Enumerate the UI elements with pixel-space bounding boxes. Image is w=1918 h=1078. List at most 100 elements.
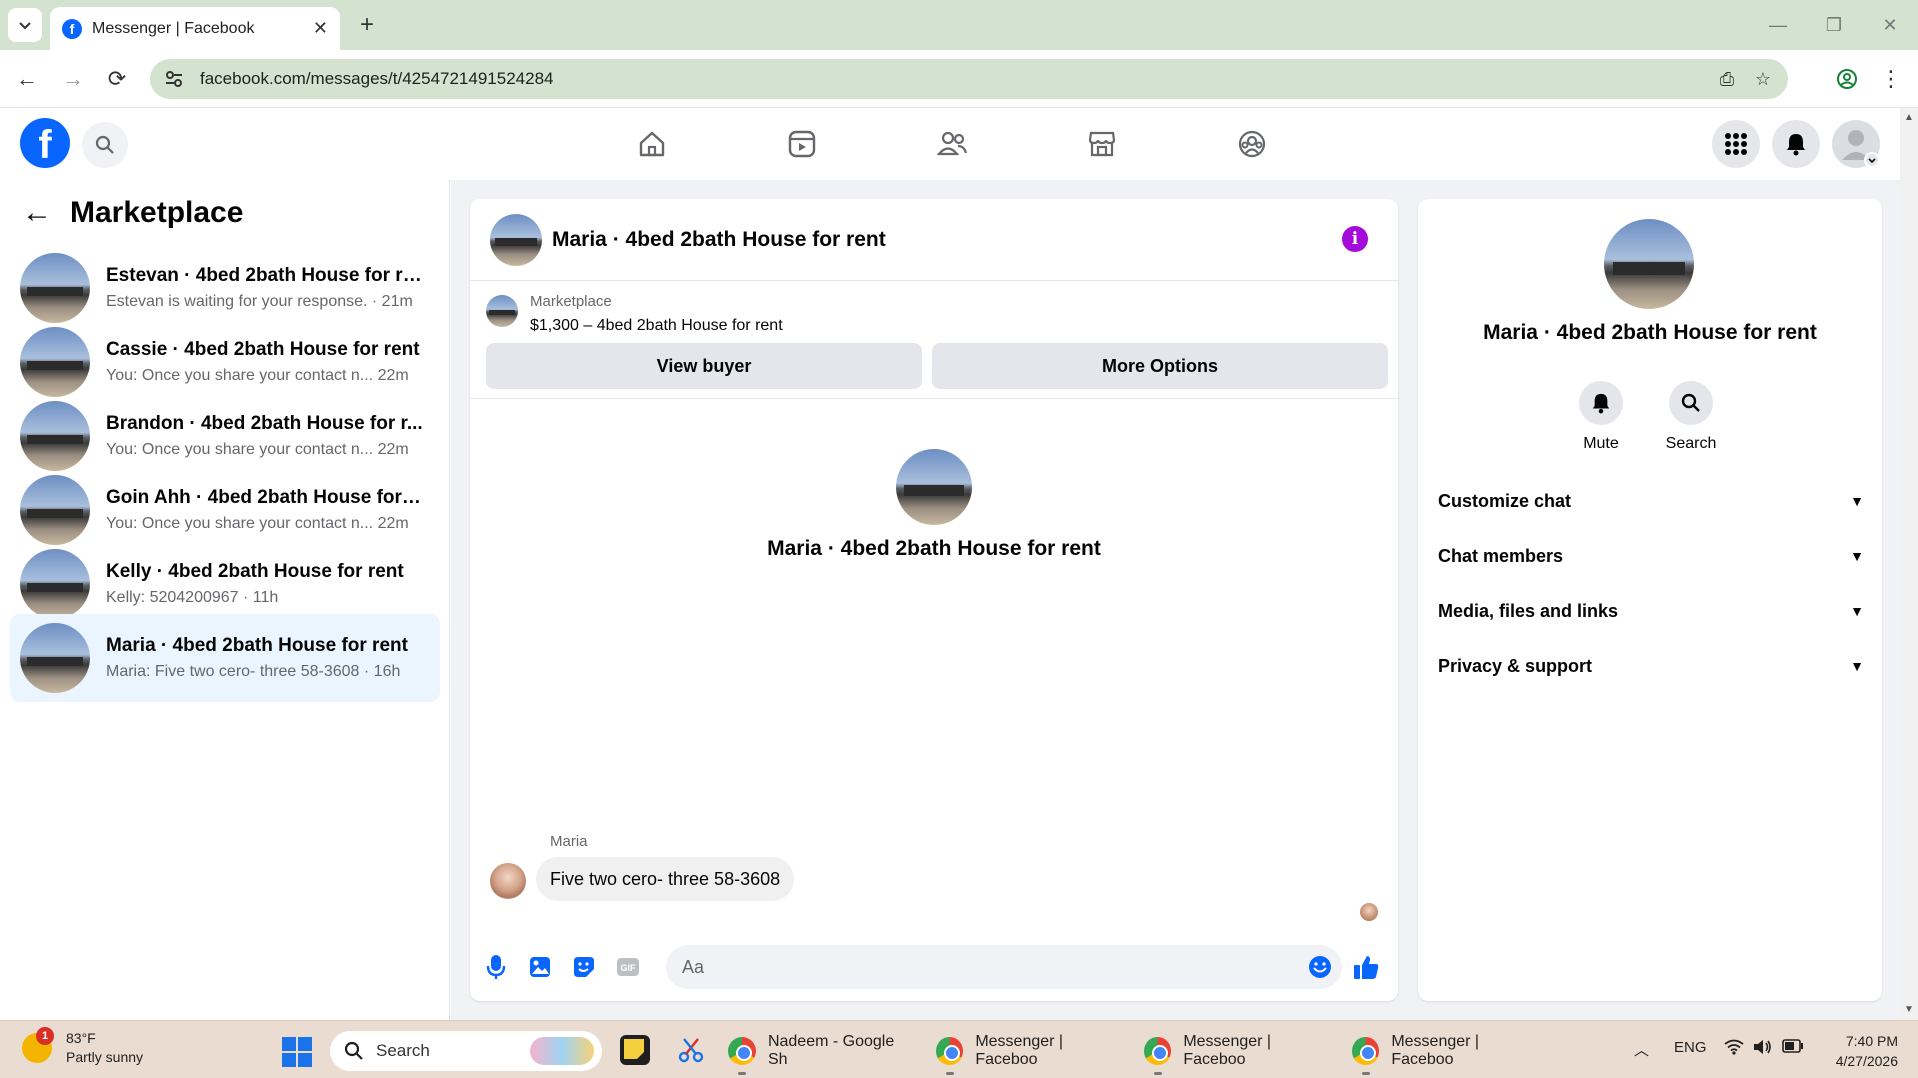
profile-avatar[interactable] — [1604, 219, 1694, 309]
more-options-button[interactable]: More Options — [932, 343, 1388, 389]
system-clock[interactable]: 7:40 PM 4/27/2026 — [1822, 1031, 1898, 1071]
marketplace-icon — [1088, 131, 1116, 157]
input-placeholder: Aa — [682, 956, 705, 977]
bookmark-star-icon[interactable]: ☆ — [1752, 68, 1774, 90]
customize-chat-section[interactable]: Customize chat ▼ — [1438, 481, 1864, 521]
site-settings-icon[interactable] — [164, 69, 184, 89]
chrome-icon — [728, 1037, 756, 1065]
view-buyer-button[interactable]: View buyer — [486, 343, 922, 389]
taskbar-chrome-messenger-1[interactable]: Messenger | Faceboo — [936, 1031, 1126, 1075]
facebook-logo[interactable]: f — [20, 118, 70, 168]
media-files-links-section[interactable]: Media, files and links ▼ — [1438, 591, 1864, 631]
browser-menu-icon[interactable]: ⋮ — [1874, 62, 1908, 96]
video-nav-button[interactable] — [772, 122, 832, 166]
search-conversation-button[interactable]: Search — [1646, 381, 1736, 453]
tab-close-icon[interactable]: ✕ — [313, 18, 328, 39]
sticky-notes-icon[interactable] — [620, 1035, 650, 1065]
conversation-name: Goin Ahh · 4bed 2bath House for r... — [106, 487, 426, 508]
taskbar-chrome-messenger-2[interactable]: Messenger | Faceboo — [1144, 1031, 1334, 1075]
taskbar-task-label: Messenger | Faceboo — [1391, 1033, 1480, 1068]
back-arrow-icon[interactable]: ← — [22, 196, 52, 230]
mute-label: Mute — [1583, 435, 1619, 452]
conversation-item[interactable]: Maria · 4bed 2bath House for rent Maria: … — [10, 614, 440, 702]
address-bar[interactable]: facebook.com/messages/t/4254721491524284… — [150, 59, 1788, 99]
browser-tab[interactable]: f Messenger | Facebook ✕ — [50, 7, 340, 50]
chat-members-section[interactable]: Chat members ▼ — [1438, 536, 1864, 576]
svg-text:GIF: GIF — [621, 963, 637, 973]
marketplace-nav-button[interactable] — [1072, 122, 1132, 166]
search-icon — [95, 135, 114, 154]
conversation-preview: You: Once you share your contact n... 22… — [106, 367, 409, 384]
info-icon[interactable]: i — [1342, 226, 1368, 252]
sticker-icon[interactable] — [570, 953, 598, 981]
groups-nav-button[interactable] — [1222, 122, 1282, 166]
notifications-button[interactable] — [1772, 120, 1820, 168]
gif-icon[interactable]: GIF — [614, 953, 642, 981]
conversation-preview: Maria: Five two cero- three 58-3608 · 16… — [106, 663, 401, 680]
page-scrollbar[interactable]: ▲ ▼ — [1900, 108, 1918, 1020]
listing-thumbnail[interactable] — [486, 295, 518, 327]
friends-nav-button[interactable] — [922, 122, 982, 166]
back-button[interactable]: ← — [10, 62, 44, 96]
emoji-icon[interactable] — [1308, 955, 1332, 984]
close-window-button[interactable]: ✕ — [1870, 10, 1910, 40]
battery-icon[interactable] — [1782, 1039, 1804, 1057]
facebook-favicon-icon: f — [62, 18, 82, 39]
conversation-preview: Estevan is waiting for your response. · … — [106, 293, 413, 310]
volume-icon[interactable] — [1752, 1039, 1772, 1059]
show-hidden-icons-chevron-icon[interactable]: ︿ — [1634, 1039, 1649, 1060]
conversation-avatar — [20, 623, 90, 693]
facebook-search-button[interactable] — [82, 122, 128, 168]
conversation-list-panel: ← Marketplace Estevan · 4bed 2bath House… — [0, 180, 450, 1020]
reload-button[interactable]: ⟳ — [100, 62, 134, 96]
restore-button[interactable]: ❐ — [1814, 10, 1854, 40]
scroll-down-arrow-icon[interactable]: ▼ — [1904, 1004, 1914, 1015]
taskbar-chrome-sheets[interactable]: Nadeem - Google Sh — [728, 1031, 918, 1075]
chat-header[interactable]: Maria · 4bed 2bath House for rent i — [470, 199, 1398, 281]
snipping-tool-icon[interactable] — [676, 1035, 706, 1065]
taskbar-search-label: Search — [376, 1041, 430, 1060]
message-input[interactable]: Aa — [666, 945, 1342, 989]
home-nav-button[interactable] — [622, 122, 682, 166]
panel-title: Marketplace — [70, 196, 244, 229]
forward-button[interactable]: → — [56, 62, 90, 96]
install-app-icon[interactable]: ⎙ — [1716, 68, 1738, 90]
clock-date: 4/27/2026 — [1835, 1053, 1898, 1069]
conversation-name: Brandon · 4bed 2bath House for r... — [106, 413, 423, 434]
menu-button[interactable] — [1712, 120, 1760, 168]
chat-info-panel: Maria · 4bed 2bath House for rent Mute S… — [1418, 199, 1882, 1001]
chrome-icon — [1352, 1037, 1380, 1065]
privacy-support-section[interactable]: Privacy & support ▼ — [1438, 646, 1864, 686]
taskbar-search[interactable]: Search — [330, 1031, 602, 1071]
minimize-button[interactable]: — — [1758, 10, 1798, 40]
taskbar-task-label: Nadeem - Google Sh — [767, 1033, 895, 1068]
profile-icon[interactable] — [1830, 62, 1864, 96]
microphone-icon[interactable] — [482, 953, 510, 981]
message-bubble[interactable]: Five two cero- three 58-3608 — [536, 857, 795, 901]
sender-avatar[interactable] — [490, 863, 526, 899]
chevron-down-icon: ▼ — [1850, 548, 1864, 564]
scroll-up-arrow-icon[interactable]: ▲ — [1904, 112, 1914, 123]
chat-title: Maria · 4bed 2bath House for rent — [552, 227, 886, 251]
browser-tab-strip: f Messenger | Facebook ✕ + — ❐ ✕ — [0, 0, 1918, 50]
new-tab-button[interactable]: + — [352, 10, 382, 40]
bell-icon — [1787, 134, 1805, 156]
windows-start-icon[interactable] — [282, 1037, 312, 1067]
section-label: Media, files and links — [1438, 600, 1619, 621]
mute-button[interactable]: Mute — [1556, 381, 1646, 453]
bell-icon — [1592, 393, 1610, 414]
taskbar-chrome-messenger-3[interactable]: Messenger | Faceboo — [1352, 1031, 1542, 1075]
intro-avatar — [896, 449, 972, 525]
tab-search-button[interactable] — [8, 8, 42, 42]
groups-icon — [1238, 130, 1266, 158]
account-avatar[interactable] — [1832, 120, 1880, 168]
wifi-icon[interactable] — [1724, 1039, 1744, 1059]
thumbs-up-icon[interactable] — [1352, 953, 1380, 981]
chat-avatar — [490, 213, 542, 266]
weather-widget[interactable]: 1 83°F Partly sunny — [22, 1027, 143, 1067]
windows-taskbar: 1 83°F Partly sunny Search Nadeem - Goog… — [0, 1020, 1918, 1078]
photo-icon[interactable] — [526, 953, 554, 981]
language-indicator[interactable]: ENG — [1674, 1039, 1707, 1056]
conversation-name: Kelly · 4bed 2bath House for rent — [106, 561, 404, 582]
listing-title[interactable]: $1,300 – 4bed 2bath House for rent — [530, 317, 783, 335]
